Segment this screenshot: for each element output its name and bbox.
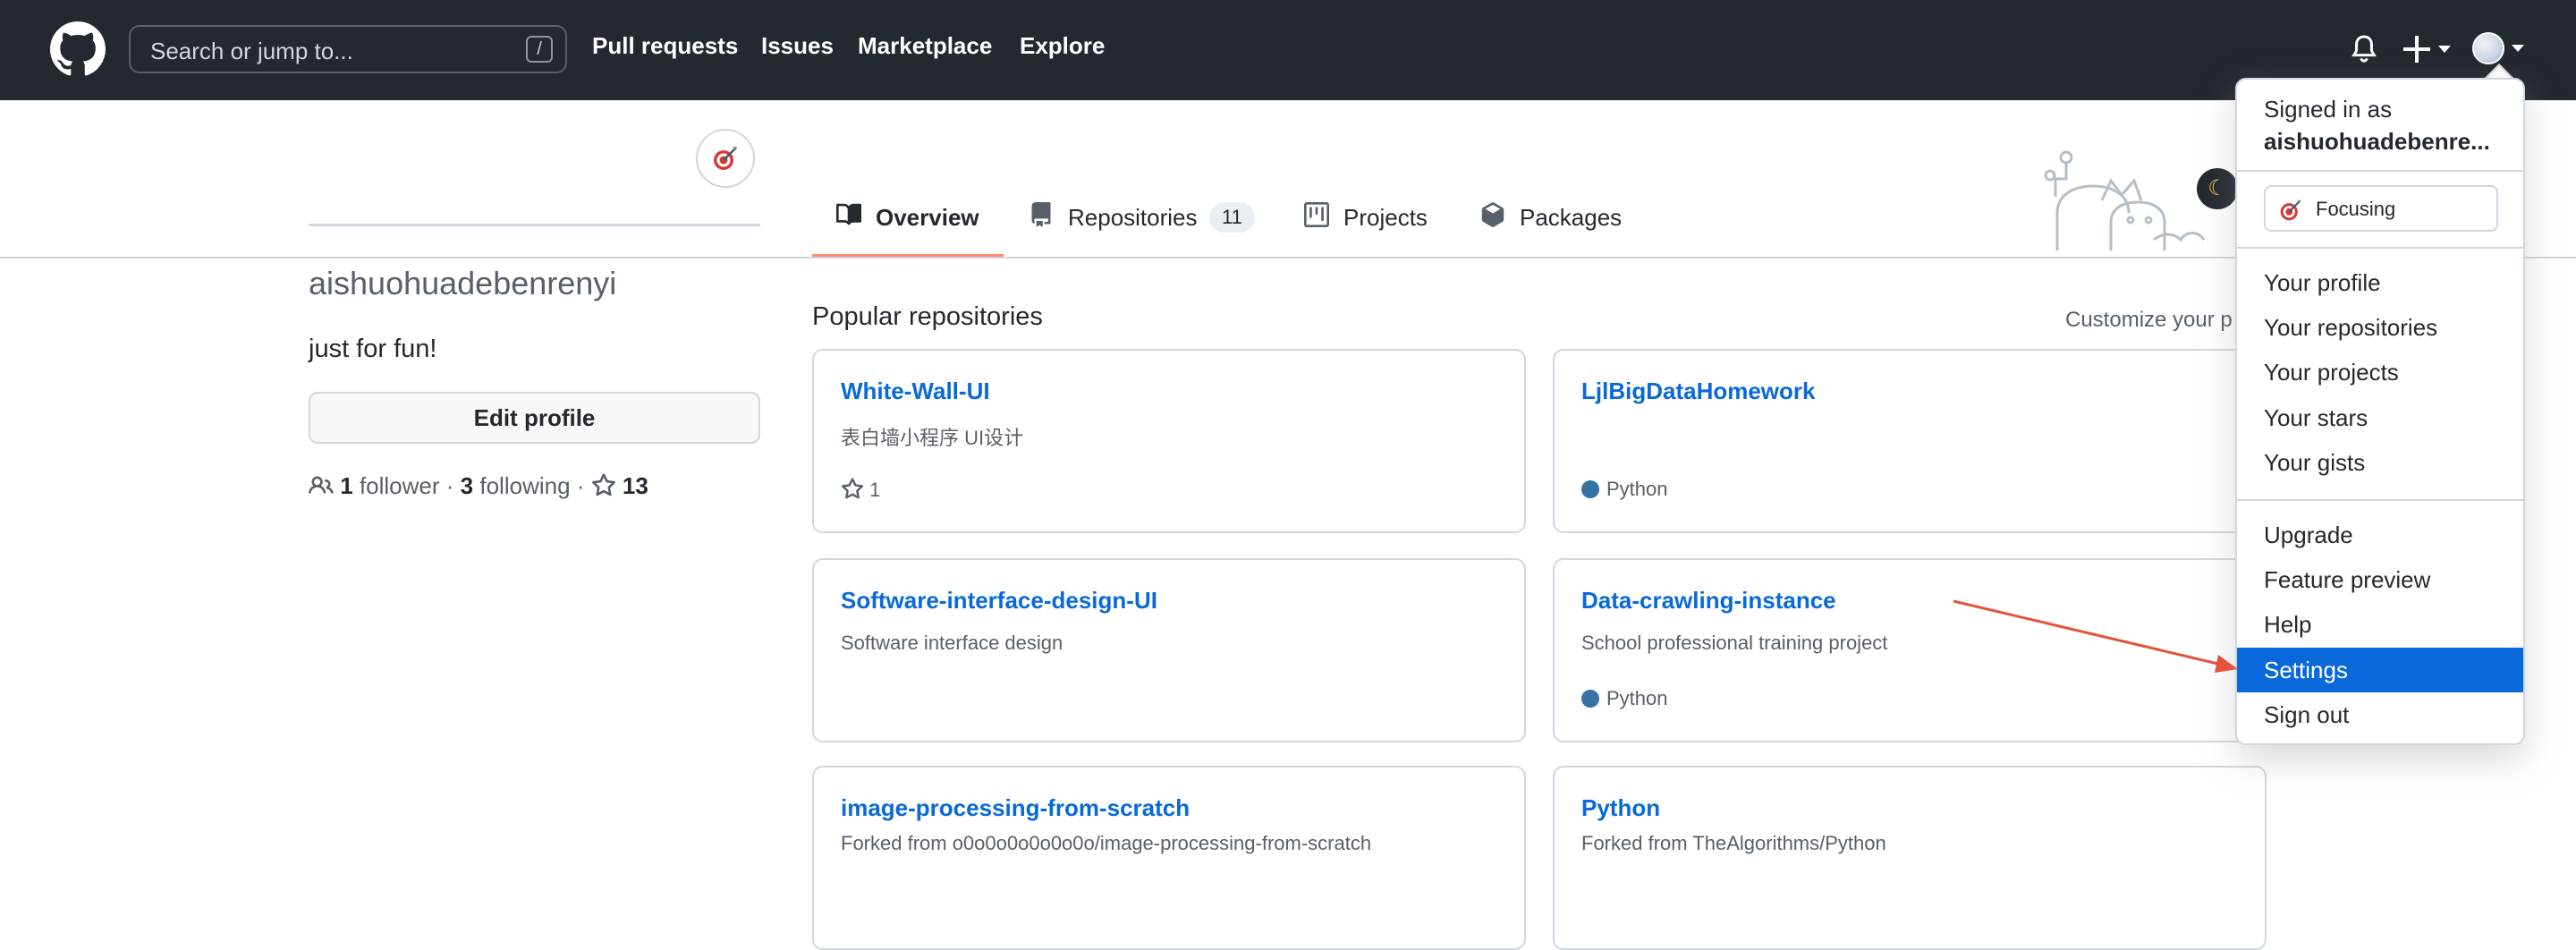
tabs-divider [0,257,2576,259]
top-header: Search or jump to... / Pull requests Iss… [0,0,2576,100]
dropdown-divider [2237,170,2523,172]
repo-link[interactable]: White-Wall-UI [841,377,990,405]
annotation-arrow-icon [1953,599,2238,673]
following-count: 3 [460,472,474,499]
moon-icon[interactable]: ☾ [2197,168,2238,209]
language-color-dot [1581,480,1599,498]
status-emoji-button[interactable] [696,129,755,188]
search-placeholder: Search or jump to... [150,38,353,64]
customize-pins-link[interactable]: Customize your p [2065,308,2233,333]
follow-stats: 1 follower · 3 following · 13 [309,472,648,500]
plus-icon[interactable] [2402,34,2453,64]
star-icon [841,478,864,499]
package-icon [1481,202,1504,227]
menu-your-gists[interactable]: Your gists [2237,440,2523,485]
people-icon [309,476,334,494]
focus-emoji-icon [2280,199,2301,221]
separator: · [576,472,585,499]
dropdown-divider [2237,247,2523,249]
repo-card: Python Forked from TheAlgorithms/Python [1553,766,2267,950]
user-menu-button[interactable] [2472,32,2528,66]
github-logo-icon[interactable] [50,21,106,77]
followers-label: follower [359,472,440,499]
language-color-dot [1581,690,1599,708]
signed-in-label: Signed in as [2264,96,2393,123]
project-icon [1304,202,1329,227]
repo-card: LjlBigDataHomework Python [1553,349,2267,533]
focus-emoji-icon [714,147,737,170]
octocat-mascot-icon [2044,150,2206,250]
avatar [2472,32,2504,64]
following-link[interactable]: 3 following [461,472,571,499]
tab-overview-label: Overview [876,204,979,231]
menu-your-repositories[interactable]: Your repositories [2237,305,2523,350]
set-status-button[interactable]: Focusing [2264,185,2498,232]
repo-description: 表白墙小程序 UI设计 [841,427,1024,449]
search-input[interactable]: Search or jump to... / [129,25,567,73]
menu-settings[interactable]: Settings [2237,648,2523,692]
profile-bio: just for fun! [309,335,437,363]
user-dropdown-menu: Signed in as aishuohuadebenre... Focusin… [2235,78,2525,745]
repo-icon [1031,202,1051,227]
repo-forked-from[interactable]: Forked from TheAlgorithms/Python [1581,832,1886,855]
profile-username: aishuohuadebenrenyi [309,265,617,301]
signed-in-username: aishuohuadebenre... [2264,128,2490,155]
language-name: Python [1606,478,1668,500]
repo-language: Python [1581,478,1668,501]
avatar-divider [309,224,760,226]
search-shortcut-key: / [526,36,553,63]
repo-language: Python [1581,687,1668,710]
repo-description: School professional training project [1581,632,1888,654]
menu-help[interactable]: Help [2237,602,2523,647]
menu-upgrade[interactable]: Upgrade [2237,513,2523,557]
tab-repositories-label: Repositories [1068,204,1198,231]
status-text: Focusing [2316,198,2396,220]
repo-card: White-Wall-UI 表白墙小程序 UI设计 1 [812,349,1526,533]
repo-link[interactable]: Data-crawling-instance [1581,587,1836,615]
menu-your-profile[interactable]: Your profile [2237,260,2523,305]
star-icon [591,473,615,496]
stars-link[interactable]: 13 [591,472,648,499]
repo-stars-link[interactable]: 1 [841,478,880,502]
stars-count: 13 [622,472,648,499]
menu-your-projects[interactable]: Your projects [2237,350,2523,394]
tab-packages-label: Packages [1520,204,1623,231]
repo-link[interactable]: Software-interface-design-UI [841,587,1157,615]
followers-link[interactable]: 1 follower [340,472,439,499]
repo-link[interactable]: Python [1581,794,1660,822]
nav-issues[interactable]: Issues [761,32,834,60]
book-icon [836,203,861,225]
language-name: Python [1606,687,1668,709]
menu-feature-preview[interactable]: Feature preview [2237,557,2523,602]
menu-sign-out[interactable]: Sign out [2237,692,2523,737]
tab-projects-label: Projects [1343,204,1428,231]
menu-your-stars[interactable]: Your stars [2237,395,2523,440]
repo-link[interactable]: image-processing-from-scratch [841,794,1190,822]
repo-link[interactable]: LjlBigDataHomework [1581,377,1816,405]
following-label: following [479,472,571,499]
nav-explore[interactable]: Explore [1020,32,1105,60]
repo-card: Software-interface-design-UI Software in… [812,558,1526,742]
bell-icon[interactable] [2351,34,2377,64]
chevron-down-icon [2512,45,2524,52]
nav-pull-requests[interactable]: Pull requests [592,32,738,60]
dropdown-divider [2237,499,2523,501]
repo-description: Software interface design [841,632,1063,654]
repositories-count-badge: 11 [1209,202,1255,233]
repo-forked-from[interactable]: Forked from o0o0o0o0o0o0o/image-processi… [841,832,1371,855]
separator: · [445,472,454,499]
repo-card: image-processing-from-scratch Forked fro… [812,766,1526,950]
repo-star-count: 1 [869,479,881,501]
nav-marketplace[interactable]: Marketplace [858,32,992,60]
followers-count: 1 [340,472,353,499]
popular-repos-title: Popular repositories [812,302,1043,331]
edit-profile-button[interactable]: Edit profile [309,392,760,444]
